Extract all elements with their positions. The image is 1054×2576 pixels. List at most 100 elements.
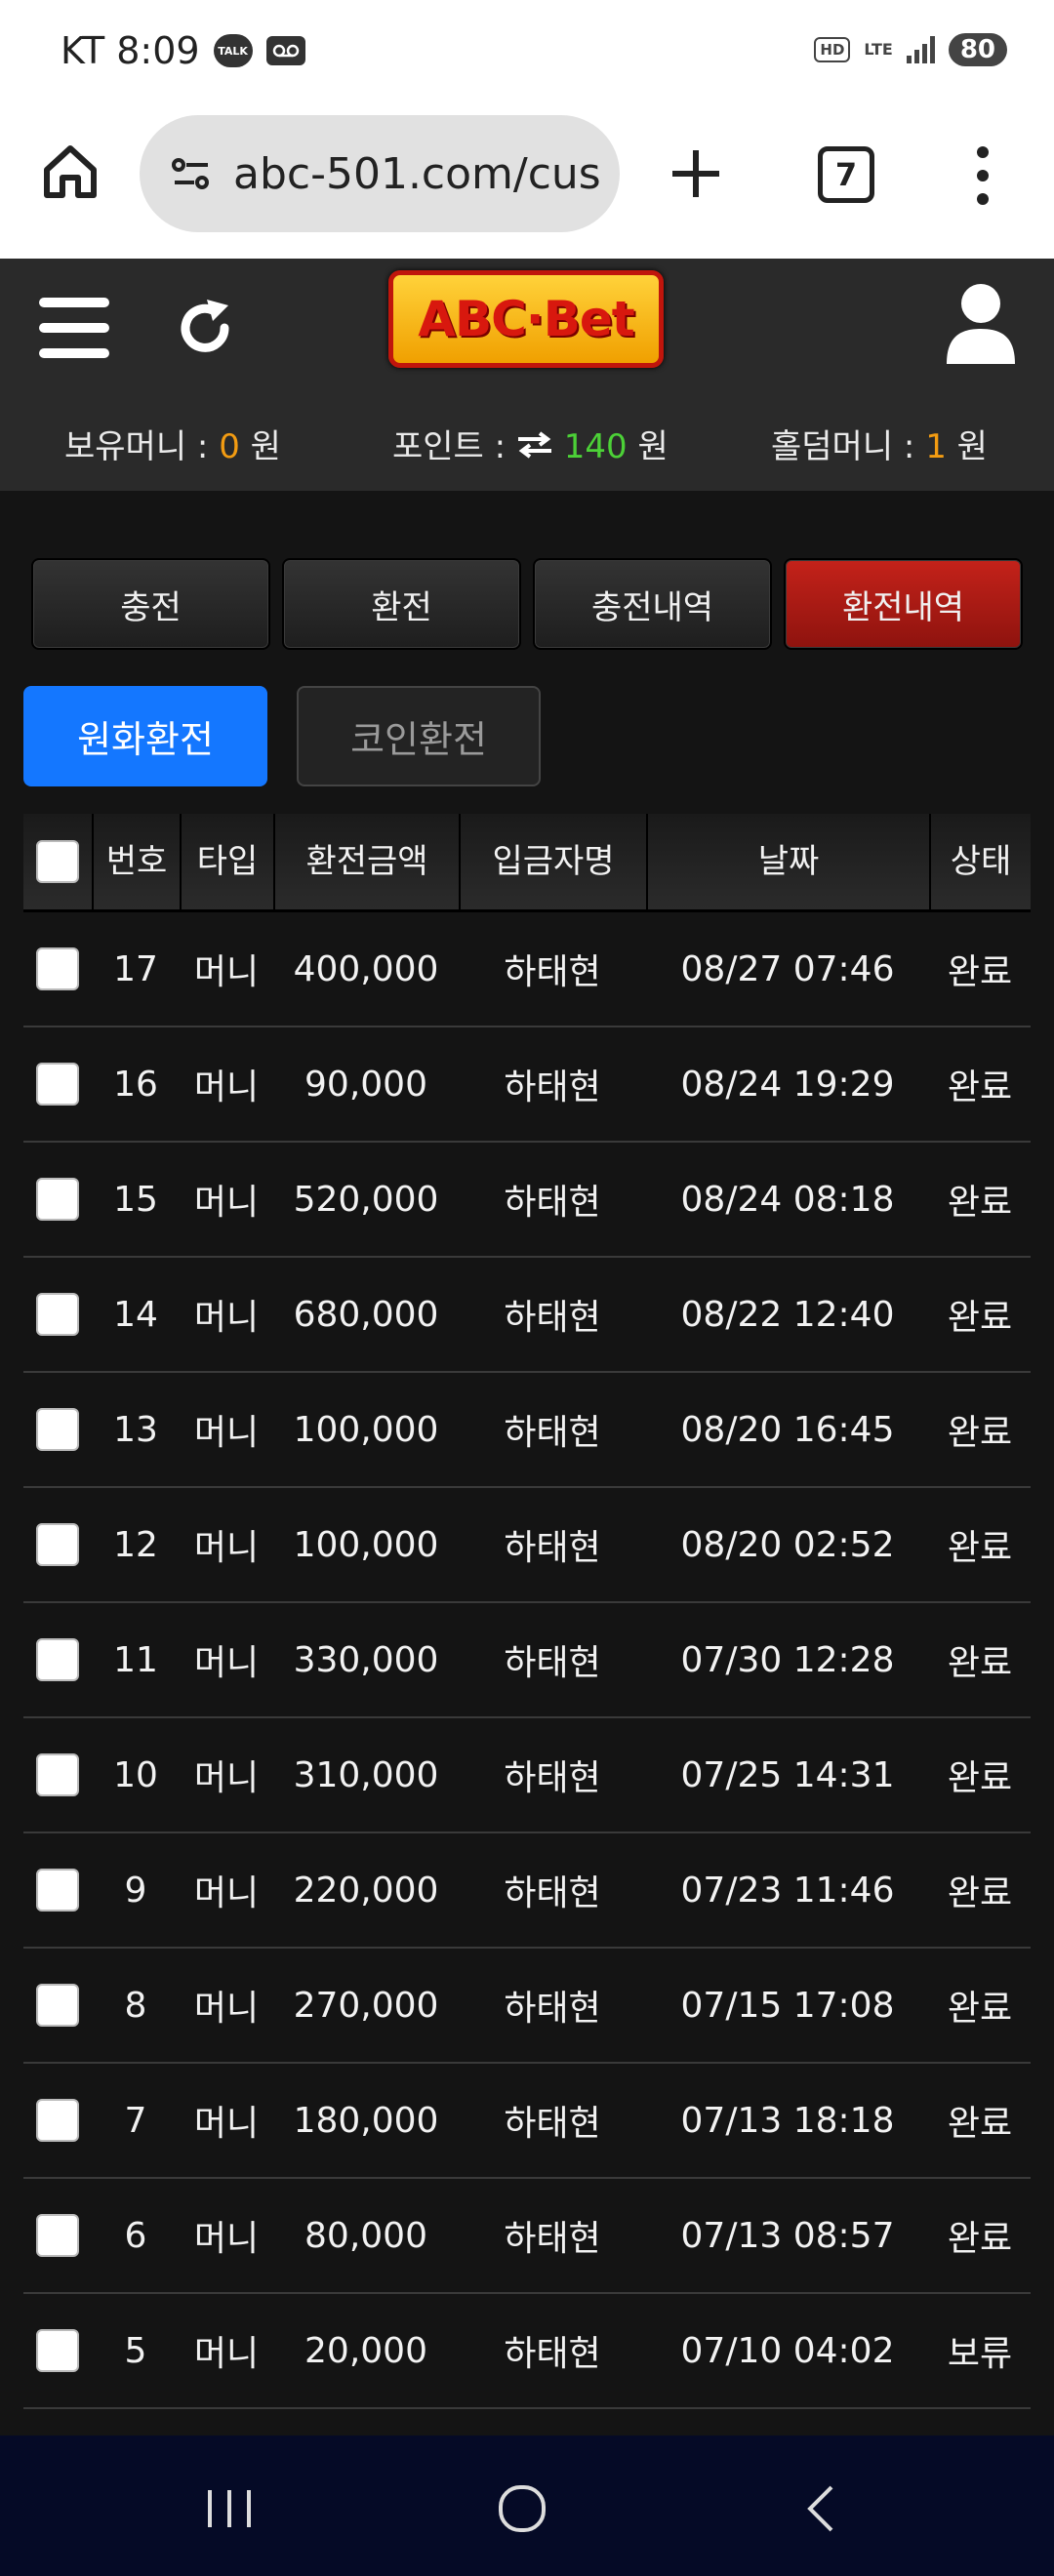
row-check-cell <box>23 2329 92 2372</box>
site-header: ABC·Bet 보유머니 : 0 원 포인트 : 140 원 홀덤머니 : 1 … <box>0 259 1054 491</box>
point-value: 140 <box>563 427 628 466</box>
tab-charge-history[interactable]: 충전내역 <box>533 558 772 650</box>
cell-status: 완료 <box>947 1183 1013 1223</box>
cell-date: 08/24 19:29 <box>680 1064 895 1105</box>
cell-type: 머니 <box>193 1643 260 1683</box>
cell-no: 5 <box>124 2330 147 2371</box>
cell-status: 완료 <box>947 1643 1013 1683</box>
tab-exchange[interactable]: 환전 <box>282 558 521 650</box>
row-checkbox[interactable] <box>36 1523 79 1566</box>
row-checkbox[interactable] <box>36 1638 79 1681</box>
tab-coin-exchange[interactable]: 코인환전 <box>297 686 541 786</box>
cell-date: 07/10 04:02 <box>680 2330 895 2371</box>
row-checkbox[interactable] <box>36 1178 79 1221</box>
back-icon[interactable] <box>786 2475 854 2543</box>
row-checkbox[interactable] <box>36 1869 79 1912</box>
cell-type: 머니 <box>193 1528 260 1568</box>
cell-name: 하태현 <box>504 1413 601 1453</box>
cell-type: 머니 <box>193 1067 260 1107</box>
lte-icon: LTE <box>864 40 893 59</box>
cell-no: 12 <box>113 1524 158 1565</box>
row-checkbox[interactable] <box>36 1063 79 1106</box>
cell-type: 머니 <box>193 1758 260 1798</box>
site-logo[interactable]: ABC·Bet <box>388 270 664 368</box>
row-checkbox[interactable] <box>36 947 79 990</box>
row-check-cell <box>23 1178 92 1221</box>
table-row: 14 머니 680,000 하태현 08/22 12:40 완료 <box>23 1258 1031 1373</box>
talk-notification-icon: TALK <box>213 34 253 67</box>
cell-date: 08/22 12:40 <box>680 1294 895 1335</box>
cell-no: 6 <box>124 2215 147 2256</box>
cell-date: 07/30 12:28 <box>680 1639 895 1680</box>
cell-type: 머니 <box>193 1413 260 1453</box>
site-settings-icon[interactable] <box>169 151 214 196</box>
cell-no: 9 <box>124 1870 147 1911</box>
user-icon[interactable] <box>943 282 1019 364</box>
cell-status: 완료 <box>947 1989 1013 2029</box>
tab-switcher-button[interactable]: 7 <box>818 146 874 203</box>
more-menu-icon[interactable] <box>968 146 997 205</box>
table-row: 7 머니 180,000 하태현 07/13 18:18 완료 <box>23 2064 1031 2179</box>
table-header: 번호 타입 환전금액 입금자명 날짜 상태 <box>23 814 1031 912</box>
row-checkbox[interactable] <box>36 2099 79 2142</box>
point-convert-icon[interactable] <box>516 430 553 460</box>
new-tab-icon[interactable] <box>669 146 723 201</box>
sub-tabs: 원화환전 코인환전 <box>23 686 541 786</box>
carrier-time: KT 8:09 <box>61 29 200 72</box>
tab-exchange-history[interactable]: 환전내역 <box>784 558 1023 650</box>
status-right: HD LTE 80 <box>814 33 1007 66</box>
cell-amount: 100,000 <box>293 1524 439 1565</box>
cell-status: 완료 <box>947 2104 1013 2144</box>
row-check-cell <box>23 1063 92 1106</box>
row-checkbox[interactable] <box>36 1984 79 2027</box>
row-checkbox[interactable] <box>36 2329 79 2372</box>
select-all-checkbox[interactable] <box>36 840 79 883</box>
point-unit: 원 <box>627 427 669 466</box>
cell-name: 하태현 <box>504 1873 601 1913</box>
refresh-icon[interactable] <box>174 296 238 360</box>
header-no: 번호 <box>92 814 180 909</box>
row-checkbox[interactable] <box>36 1753 79 1796</box>
cell-type: 머니 <box>193 1873 260 1913</box>
row-checkbox[interactable] <box>36 1408 79 1451</box>
cell-status: 완료 <box>947 1873 1013 1913</box>
table-row: 11 머니 330,000 하태현 07/30 12:28 완료 <box>23 1603 1031 1718</box>
home-icon[interactable] <box>39 141 101 203</box>
row-checkbox[interactable] <box>36 2214 79 2257</box>
recent-apps-icon[interactable] <box>195 2475 264 2543</box>
cell-amount: 90,000 <box>304 1064 427 1105</box>
cell-date: 07/23 11:46 <box>680 1870 895 1911</box>
cell-no: 11 <box>113 1639 158 1680</box>
status-left: KT 8:09 TALK <box>61 29 305 72</box>
tab-won-exchange[interactable]: 원화환전 <box>23 686 267 786</box>
cell-amount: 270,000 <box>293 1985 439 2026</box>
cell-status: 완료 <box>947 1758 1013 1798</box>
table-row: 17 머니 400,000 하태현 08/27 07:46 완료 <box>23 912 1031 1027</box>
exchange-history-table: 번호 타입 환전금액 입금자명 날짜 상태 17 머니 400,000 하태현 08/2… <box>23 814 1031 2434</box>
cell-name: 하태현 <box>504 1067 601 1107</box>
cell-name: 하태현 <box>504 1758 601 1798</box>
row-check-cell <box>23 1523 92 1566</box>
cell-amount: 20,000 <box>304 2330 427 2371</box>
system-nav-bar <box>0 2435 1054 2576</box>
header-status: 상태 <box>929 814 1031 909</box>
main-tabs: 충전 환전 충전내역 환전내역 <box>31 558 1023 650</box>
cell-date: 07/13 18:18 <box>680 2100 895 2141</box>
cell-no: 13 <box>113 1409 158 1450</box>
tab-charge[interactable]: 충전 <box>31 558 270 650</box>
header-check-cell <box>23 840 92 883</box>
table-row: 9 머니 220,000 하태현 07/23 11:46 완료 <box>23 1833 1031 1949</box>
hamburger-menu-icon[interactable] <box>39 298 109 358</box>
row-checkbox[interactable] <box>36 1293 79 1336</box>
row-check-cell <box>23 2214 92 2257</box>
cell-status: 보류 <box>947 2334 1013 2374</box>
cell-date: 08/20 16:45 <box>680 1409 895 1450</box>
home-nav-icon[interactable] <box>488 2475 556 2543</box>
cell-name: 하태현 <box>504 2104 601 2144</box>
balance-bar: 보유머니 : 0 원 포인트 : 140 원 홀덤머니 : 1 원 <box>0 420 1054 478</box>
cell-amount: 310,000 <box>293 1754 439 1795</box>
url-text: abc-501.com/cus <box>233 148 601 199</box>
holdem-value: 1 <box>925 427 947 466</box>
logo-text: ABC·Bet <box>418 291 634 347</box>
address-bar[interactable]: abc-501.com/cus <box>140 115 620 232</box>
